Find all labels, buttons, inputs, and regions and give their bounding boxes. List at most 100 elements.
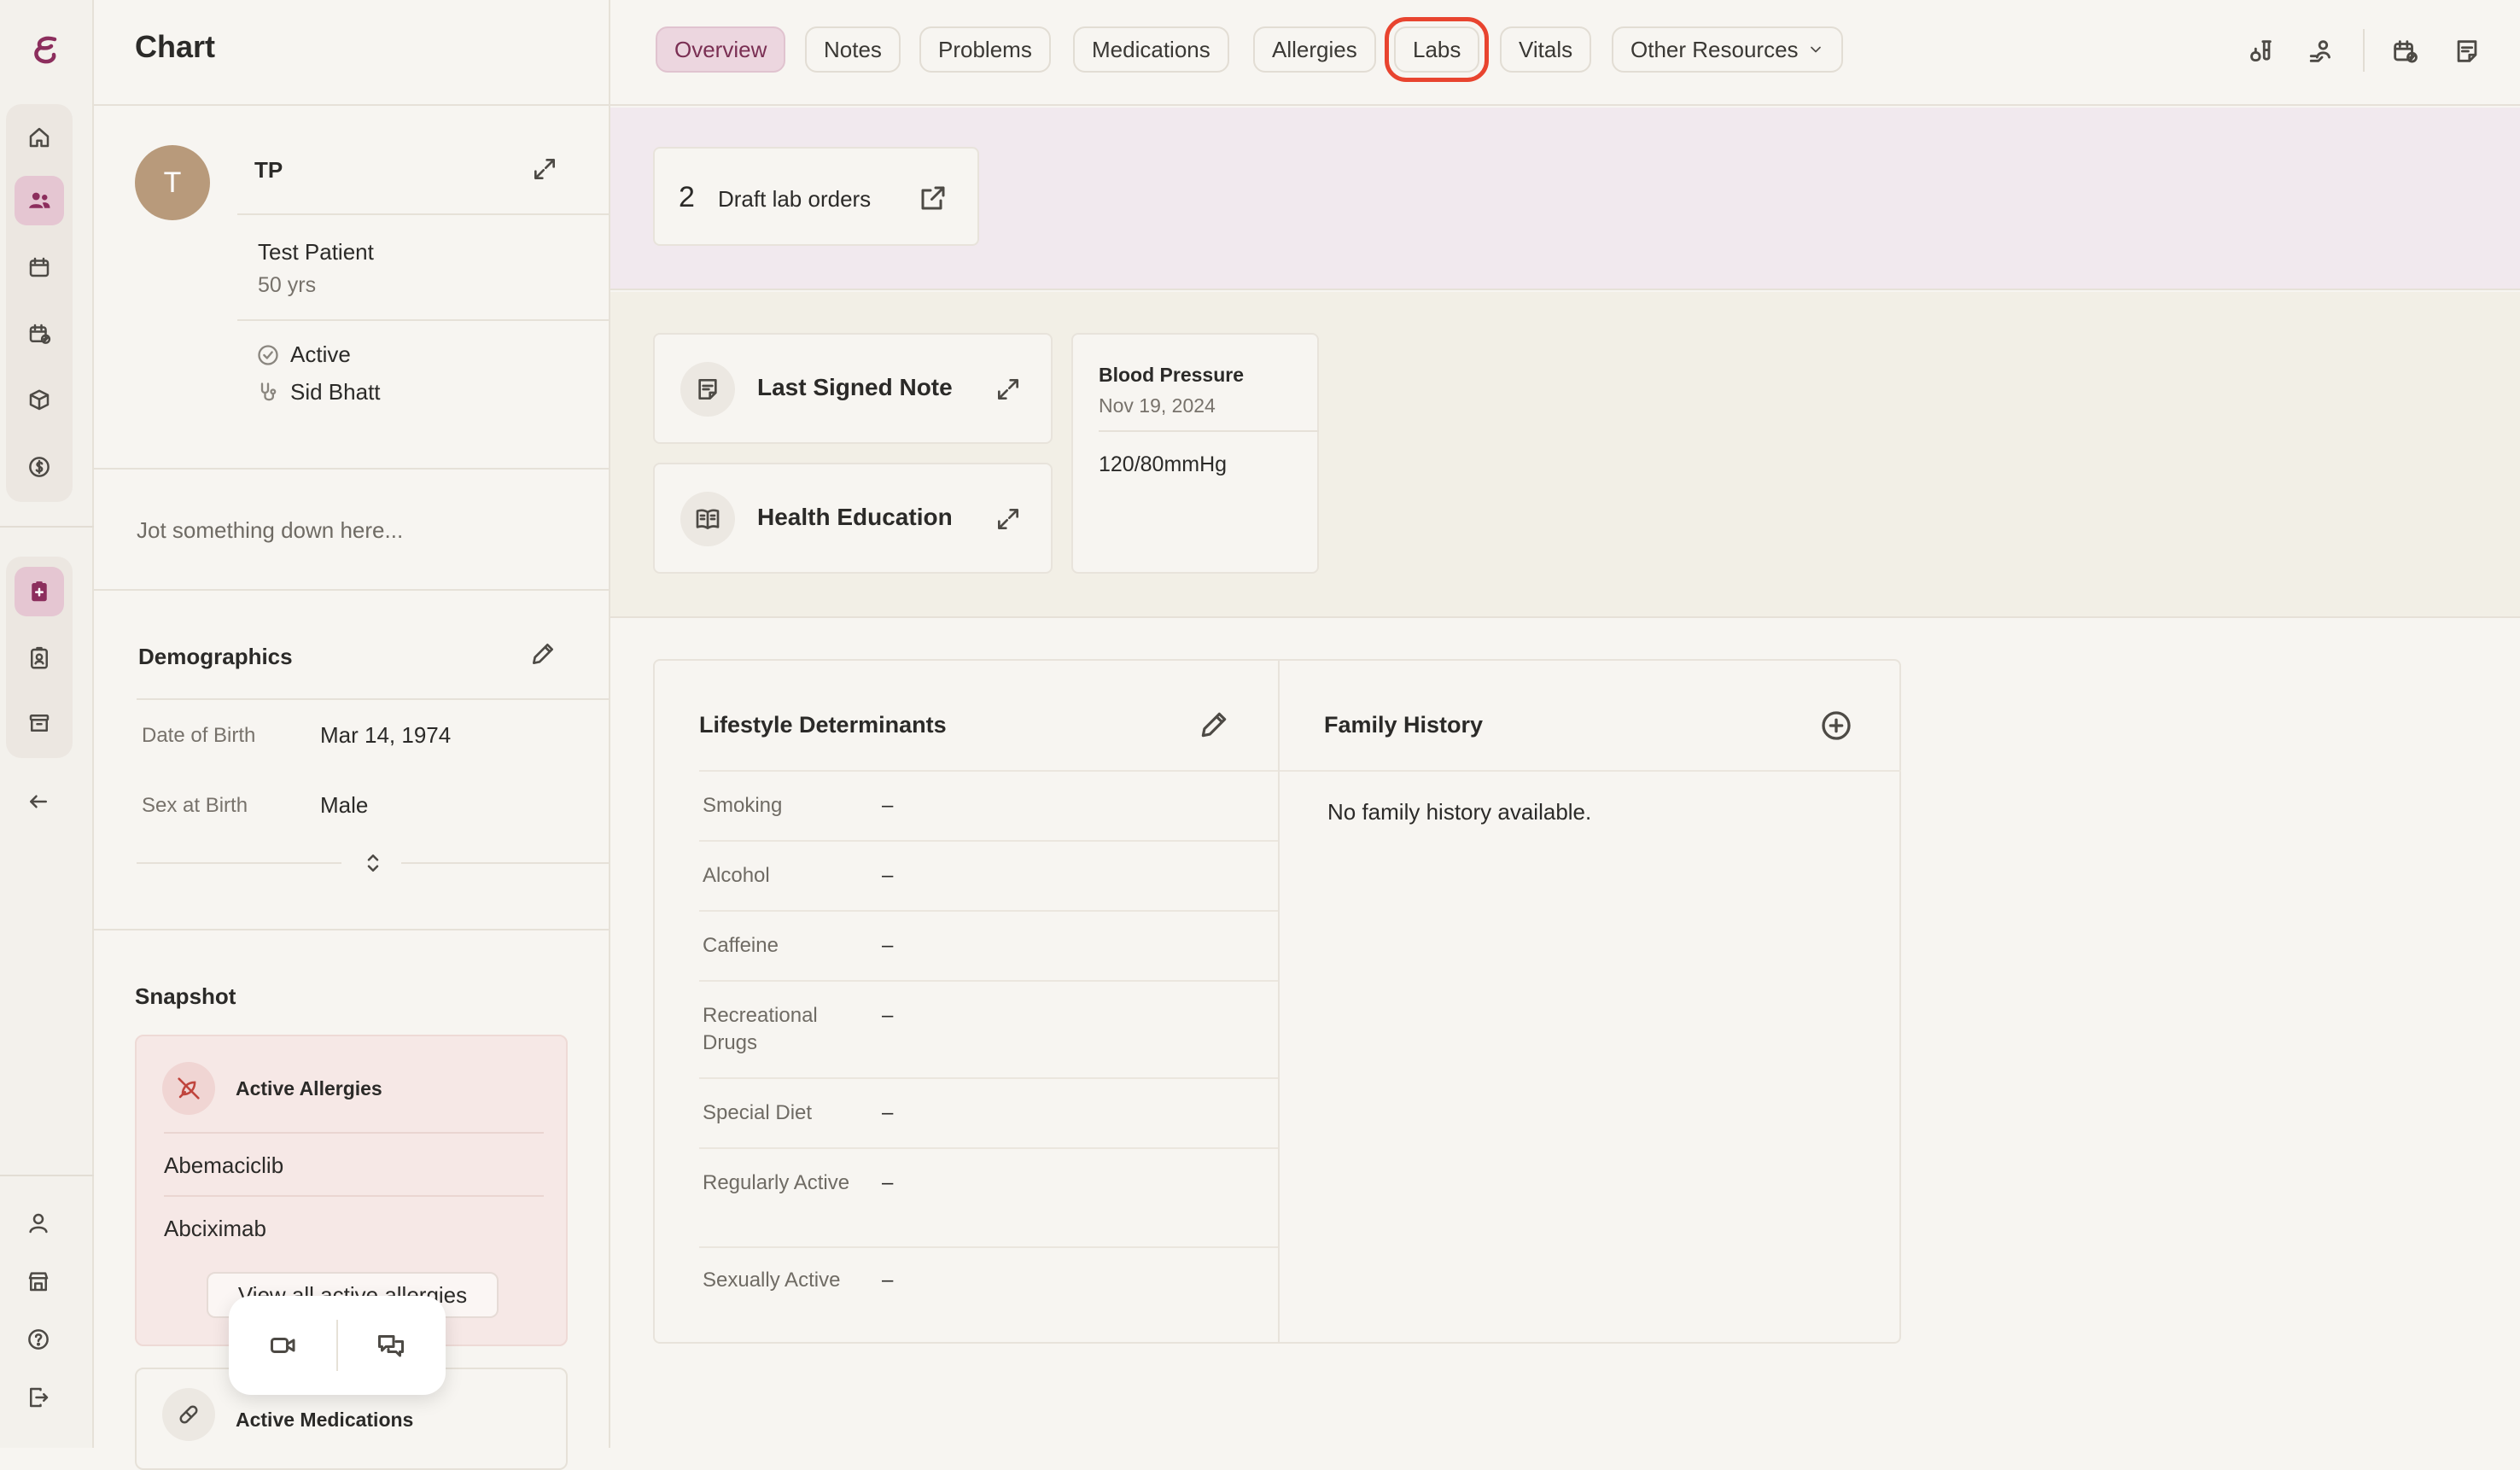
add-family-history-button[interactable] <box>1819 709 1853 743</box>
pencil-icon <box>1201 712 1227 738</box>
tab-medications[interactable]: Medications <box>1073 26 1229 73</box>
demo-value-dob: Mar 14, 1974 <box>320 722 452 748</box>
app-logo-icon[interactable] <box>26 31 67 72</box>
divider <box>1280 770 1901 772</box>
tab-vitals[interactable]: Vitals <box>1500 26 1592 73</box>
edit-demographics-button[interactable] <box>526 637 560 671</box>
box-icon[interactable] <box>15 376 64 425</box>
status-label: Active <box>290 341 351 367</box>
patients-icon[interactable] <box>15 176 64 225</box>
draft-count: 2 <box>679 181 695 213</box>
video-call-icon[interactable] <box>265 1327 302 1364</box>
tab-label: Overview <box>674 36 767 62</box>
divider <box>1278 661 1280 1342</box>
note-icon[interactable] <box>2448 32 2486 70</box>
patient-provider: Sid Bhatt <box>256 379 381 405</box>
allergy-icon <box>162 1062 215 1115</box>
tab-allergies[interactable]: Allergies <box>1253 26 1376 73</box>
check-circle-icon <box>258 344 278 365</box>
archive-icon[interactable] <box>15 698 64 748</box>
book-icon <box>680 492 735 546</box>
lifestyle-value: – <box>882 864 894 887</box>
tab-labs[interactable]: Labs <box>1384 17 1490 82</box>
orders-section: 2 Draft lab orders <box>610 108 2520 290</box>
snapshot-title: Snapshot <box>135 983 236 1009</box>
allergy-item: Abemaciclib <box>164 1152 284 1178</box>
lifestyle-value: – <box>882 1101 894 1124</box>
divider <box>164 1132 544 1134</box>
divider <box>137 698 610 700</box>
health-education-card[interactable]: Health Education <box>653 463 1053 574</box>
tab-overview[interactable]: Overview <box>656 26 786 73</box>
calendar-check-icon[interactable] <box>15 309 64 359</box>
expand-demographics-toggle[interactable] <box>360 850 386 876</box>
lifestyle-label: Recreational Drugs <box>703 1004 818 1054</box>
lifestyle-title: Lifestyle Determinants <box>699 712 947 738</box>
external-link-icon[interactable] <box>918 183 948 213</box>
note-icon <box>680 362 735 417</box>
divider <box>699 1246 1278 1248</box>
divider <box>336 1320 338 1371</box>
lifestyle-value: – <box>882 934 894 957</box>
jot-note-input[interactable]: Jot something down here... <box>137 517 403 544</box>
edit-lifestyle-button[interactable] <box>1198 709 1230 741</box>
chevron-up-down-icon <box>367 855 379 872</box>
patient-status: Active <box>256 341 351 368</box>
expand-icon[interactable] <box>991 502 1025 536</box>
bp-title: Blood Pressure <box>1099 364 1244 386</box>
communication-pill <box>229 1296 446 1395</box>
chat-icon[interactable] <box>372 1327 410 1364</box>
demo-label-sex: Sex at Birth <box>142 794 248 817</box>
icon-rail <box>0 0 94 1448</box>
expand-icon[interactable] <box>991 372 1025 406</box>
calendar-icon[interactable] <box>15 242 64 292</box>
widgets-section: Last Signed Note Health Education Blood … <box>610 292 2520 618</box>
patient-initials: TP <box>254 157 283 183</box>
plus-circle-icon <box>1822 711 1851 740</box>
blood-pressure-card[interactable]: Blood Pressure Nov 19, 2024 120/80mmHg <box>1071 333 1319 574</box>
draft-lab-orders-card[interactable]: 2 Draft lab orders <box>653 147 979 246</box>
widget-title: Last Signed Note <box>757 374 953 400</box>
logout-icon[interactable] <box>14 1373 63 1422</box>
tab-other-resources[interactable]: Other Resources <box>1612 26 1843 73</box>
home-icon[interactable] <box>15 113 64 162</box>
store-icon[interactable] <box>14 1257 63 1306</box>
rail-divider <box>0 526 94 528</box>
help-icon[interactable] <box>14 1315 63 1364</box>
tab-notes[interactable]: Notes <box>805 26 901 73</box>
divider <box>137 862 341 864</box>
family-history-title: Family History <box>1324 712 1484 738</box>
tab-label: Problems <box>938 36 1032 62</box>
demo-value-sex: Male <box>320 792 369 818</box>
lifestyle-family-card: Lifestyle Determinants Smoking – Alcohol… <box>653 659 1901 1344</box>
referral-icon[interactable] <box>2303 32 2341 70</box>
expand-patient-button[interactable] <box>528 152 562 186</box>
schedule-check-icon[interactable] <box>2386 32 2424 70</box>
rail-secondary-group <box>6 557 73 758</box>
back-arrow-icon[interactable] <box>14 777 63 826</box>
tab-label: Labs <box>1413 36 1461 62</box>
patient-name: Test Patient <box>258 239 374 265</box>
lab-flask-icon[interactable] <box>2242 32 2279 70</box>
chevron-down-icon <box>1810 46 1821 53</box>
allergy-item: Abciximab <box>164 1216 266 1241</box>
patient-age: 50 yrs <box>258 273 317 297</box>
lifestyle-label: Caffeine <box>703 934 779 957</box>
dollar-icon[interactable] <box>15 442 64 492</box>
lifestyle-label: Special Diet <box>703 1101 813 1124</box>
divider <box>237 213 610 215</box>
chart-clipboard-icon[interactable] <box>15 567 64 616</box>
chart-tabs-bar: Overview Notes Problems Medications Alle… <box>610 0 2520 106</box>
tab-label: Medications <box>1092 36 1210 62</box>
rail-divider-bottom <box>0 1175 94 1176</box>
badge-icon[interactable] <box>15 633 64 683</box>
last-signed-note-card[interactable]: Last Signed Note <box>653 333 1053 444</box>
user-icon[interactable] <box>14 1199 63 1248</box>
divider <box>1099 430 1319 432</box>
rail-nav-group <box>6 104 73 502</box>
widget-title: Health Education <box>757 504 953 530</box>
page-title: Chart <box>135 29 216 64</box>
tab-label: Vitals <box>1519 36 1573 62</box>
tab-problems[interactable]: Problems <box>919 26 1051 73</box>
demo-label-dob: Date of Birth <box>142 724 256 747</box>
